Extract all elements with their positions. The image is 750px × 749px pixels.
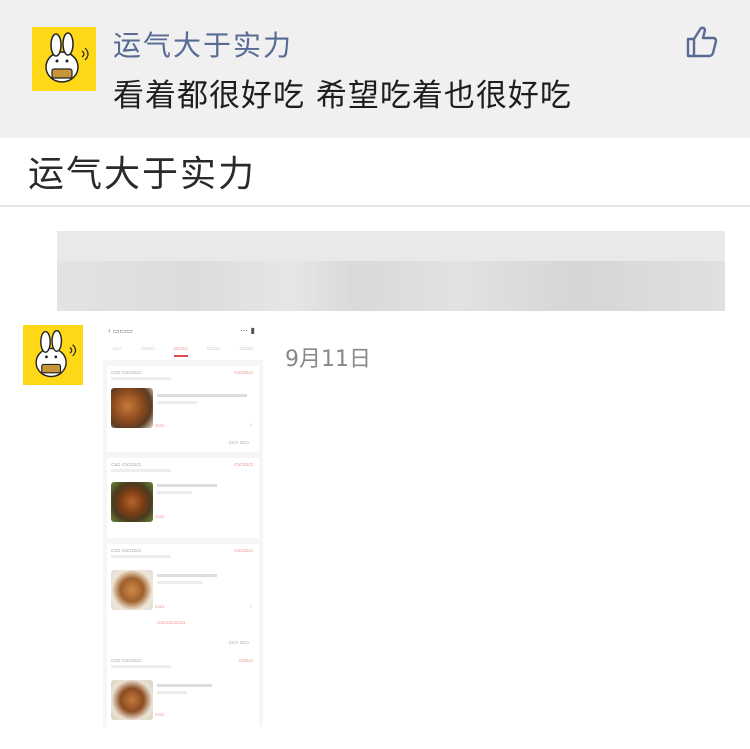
screenshot-order-card: ▭▭ ▭▭▭▭ ▭▭▭▭ ▭▭ ✓ ▭▭▭▭▭▭ ▭▭ ▭▭	[107, 544, 259, 656]
screenshot-tab-active: ▭▭▭	[173, 346, 188, 357]
food-image	[111, 388, 153, 428]
food-image	[111, 570, 153, 610]
thumbs-up-icon[interactable]	[684, 24, 720, 60]
screenshot-order-card: ▭▭ ▭▭▭▭ ▭▭▭ ▭▭	[107, 654, 259, 727]
blurred-row	[57, 231, 725, 261]
food-image	[111, 482, 153, 522]
rabbit-avatar-icon	[23, 325, 83, 385]
screenshot-tab: ▭▭	[112, 346, 122, 352]
rabbit-avatar-icon	[32, 27, 96, 91]
food-image	[111, 680, 153, 720]
comment-card: 运气大于实力 看着都很好吃 希望吃着也很好吃	[0, 0, 750, 138]
post-author-avatar[interactable]	[23, 325, 83, 385]
screenshot-back-icon: ‹ ▭▭▭	[108, 327, 133, 335]
screenshot-tab: ▭▭▭	[140, 346, 155, 352]
comment-text: 看着都很好吃 希望吃着也很好吃	[113, 78, 572, 114]
screenshot-tab: ▭▭▭	[239, 346, 254, 352]
post-date: 9月11日	[285, 347, 371, 372]
screenshot-header: ‹ ▭▭▭ ⋯ ▮ ▭▭ ▭▭▭ ▭▭▭ ▭▭▭ ▭▭▭	[103, 322, 263, 360]
screenshot-tabs: ▭▭ ▭▭▭ ▭▭▭ ▭▭▭ ▭▭▭	[103, 346, 263, 357]
screenshot-order-card: ▭▭ ▭▭▭▭ ▭▭▭▭ ▭▭ ✓ ▭▭ ▭▭	[107, 366, 259, 452]
section-title: 运气大于实力	[28, 154, 257, 195]
post-image[interactable]: ‹ ▭▭▭ ⋯ ▮ ▭▭ ▭▭▭ ▭▭▭ ▭▭▭ ▭▭▭ ▭▭ ▭▭▭▭ ▭▭▭…	[103, 322, 263, 727]
commenter-name[interactable]: 运气大于实力	[113, 24, 293, 64]
blurred-content	[57, 231, 725, 311]
screenshot-menu-icon: ⋯ ▮	[240, 326, 255, 335]
blurred-row	[57, 261, 725, 311]
screenshot-order-card: ▭▭ ▭▭▭▭ ▭▭▭▭ ▭▭	[107, 458, 259, 538]
screenshot-tab: ▭▭▭	[206, 346, 221, 352]
divider	[0, 205, 750, 207]
commenter-avatar[interactable]	[32, 27, 96, 91]
